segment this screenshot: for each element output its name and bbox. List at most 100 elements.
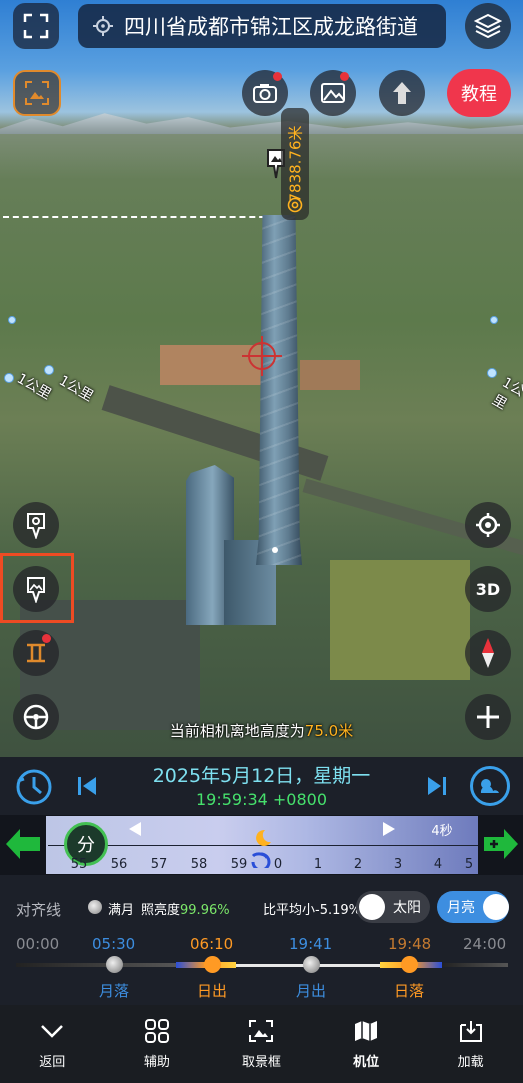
moonset-marker bbox=[106, 956, 123, 973]
slider-prev-button[interactable] bbox=[4, 826, 42, 866]
slider-step-back-button[interactable] bbox=[128, 821, 142, 841]
skip-forward-button[interactable] bbox=[426, 775, 448, 801]
steering-wheel-icon bbox=[23, 704, 49, 730]
moon-size: 比平均小-5.19% bbox=[263, 903, 362, 918]
timeline-start: 00:00 bbox=[16, 935, 60, 953]
measure-button[interactable] bbox=[13, 630, 59, 676]
tutorial-button[interactable]: 教程 bbox=[447, 69, 511, 117]
alignment-dashed-line bbox=[3, 216, 275, 218]
arrow-right-icon bbox=[484, 829, 518, 859]
photo-overlay-button[interactable] bbox=[13, 70, 61, 116]
sunrise-label: 日出 bbox=[197, 982, 228, 1000]
moonset-time: 05:30 bbox=[92, 935, 136, 953]
moonrise-marker bbox=[303, 956, 320, 973]
nav-viewfinder[interactable]: 取景框 bbox=[209, 1005, 314, 1083]
slider-tick: 0 bbox=[273, 857, 283, 872]
notification-dot bbox=[340, 72, 349, 81]
camera-small-icon bbox=[287, 197, 303, 217]
slider-tick: 1 bbox=[313, 857, 323, 872]
direction-button[interactable] bbox=[379, 70, 425, 116]
moonset-label: 月落 bbox=[99, 982, 130, 1000]
sun-moon-mode-button[interactable] bbox=[470, 766, 510, 806]
moonrise-label: 月出 bbox=[296, 982, 327, 1000]
slider-tick: 56 bbox=[110, 857, 128, 872]
sunset-marker bbox=[401, 956, 418, 973]
sunrise-marker bbox=[204, 956, 221, 973]
landscape-button[interactable] bbox=[310, 70, 356, 116]
landscape-icon bbox=[321, 83, 345, 103]
slider-next-button[interactable] bbox=[482, 826, 520, 866]
sunrise-time: 06:10 bbox=[190, 935, 234, 953]
align-line-label: 对齐线 bbox=[16, 901, 62, 919]
chevron-down-icon bbox=[41, 1024, 64, 1038]
compass-wheel-button[interactable] bbox=[13, 694, 59, 740]
distance-label: 1公里 bbox=[55, 372, 96, 406]
slider-tick: 58 bbox=[190, 857, 208, 872]
toggle-knob bbox=[359, 894, 385, 920]
app-root: 1公里 1公里 1公里 7838.76米 当前相机离地高度为75.0米 四川省成… bbox=[0, 0, 523, 1083]
measure-icon bbox=[27, 643, 45, 663]
slider-tick: 4 bbox=[433, 857, 443, 872]
step-label: 4秒 bbox=[431, 824, 453, 839]
locate-me-button[interactable] bbox=[465, 502, 511, 548]
slider-step-forward-button[interactable] bbox=[382, 821, 396, 841]
notification-dot bbox=[273, 72, 282, 81]
slider-tick: 59 bbox=[230, 857, 248, 872]
slider-tick: 55 bbox=[70, 857, 88, 872]
distance-marker-dot bbox=[490, 316, 498, 324]
compass-button[interactable] bbox=[465, 630, 511, 676]
moonrise-time: 19:41 bbox=[289, 935, 333, 953]
ground-patch bbox=[300, 360, 360, 390]
distance-marker-dot bbox=[8, 316, 16, 324]
night-segment bbox=[442, 963, 508, 967]
notification-dot bbox=[42, 634, 51, 643]
slider-tick: 5 bbox=[464, 857, 474, 872]
distance-label: 1公里 bbox=[489, 374, 523, 413]
timeline-end: 24:00 bbox=[463, 935, 507, 953]
location-search-bar[interactable]: 四川省成都市锦江区成龙路街道 bbox=[78, 4, 446, 48]
nav-camera-position[interactable]: 机位 bbox=[314, 1005, 419, 1083]
distance-marker-dot bbox=[4, 373, 14, 383]
plus-icon bbox=[477, 706, 499, 728]
arrow-left-icon bbox=[6, 829, 40, 859]
bottom-nav: 返回 辅助 取景框 机位 加载 bbox=[0, 1005, 523, 1083]
weather-icon bbox=[480, 779, 499, 793]
moon-toggle[interactable]: 月亮 bbox=[437, 891, 509, 923]
triangle-right-icon bbox=[383, 822, 395, 836]
tower-texture bbox=[256, 215, 302, 565]
distance-marker-dot bbox=[44, 365, 54, 375]
image-frame-icon bbox=[25, 81, 49, 105]
frame-icon bbox=[249, 1019, 274, 1042]
moon-phase-label: 满月 bbox=[108, 903, 135, 918]
camera-height-text: 当前相机离地高度为75.0米 bbox=[169, 722, 354, 740]
fullscreen-button[interactable] bbox=[13, 3, 59, 49]
nav-load[interactable]: 加载 bbox=[418, 1005, 523, 1083]
locate-icon bbox=[93, 16, 113, 36]
target-icon bbox=[476, 513, 500, 537]
zoom-in-button[interactable] bbox=[465, 694, 511, 740]
photo-point-button[interactable] bbox=[13, 502, 59, 548]
slider-tick: 2 bbox=[353, 857, 363, 872]
sunset-label: 日落 bbox=[394, 982, 425, 1000]
sunset-time: 19:48 bbox=[388, 935, 432, 953]
slider-tick: 3 bbox=[393, 857, 403, 872]
distance-marker-dot bbox=[487, 368, 497, 378]
camera-position-dot bbox=[272, 547, 278, 553]
3d-toggle-button[interactable]: 3D bbox=[465, 566, 511, 612]
crosshair-icon bbox=[242, 336, 282, 376]
ground-patch bbox=[330, 560, 470, 680]
highlight-frame bbox=[0, 553, 74, 623]
compass-needle-icon bbox=[482, 638, 494, 668]
nav-assist[interactable]: 辅助 bbox=[105, 1005, 210, 1083]
moon-phase-icon bbox=[88, 900, 102, 914]
skip-forward-icon bbox=[428, 777, 446, 795]
sun-toggle[interactable]: 太阳 bbox=[356, 891, 430, 923]
camera-pin-icon bbox=[27, 513, 45, 539]
nav-back[interactable]: 返回 bbox=[0, 1005, 105, 1083]
slider-tick: 57 bbox=[150, 857, 168, 872]
layers-button[interactable] bbox=[465, 3, 511, 49]
grid-icon bbox=[144, 1018, 169, 1043]
camera-icon bbox=[253, 84, 277, 103]
moon-brightness: 照亮度99.96% bbox=[141, 903, 230, 918]
night-segment bbox=[16, 963, 176, 967]
